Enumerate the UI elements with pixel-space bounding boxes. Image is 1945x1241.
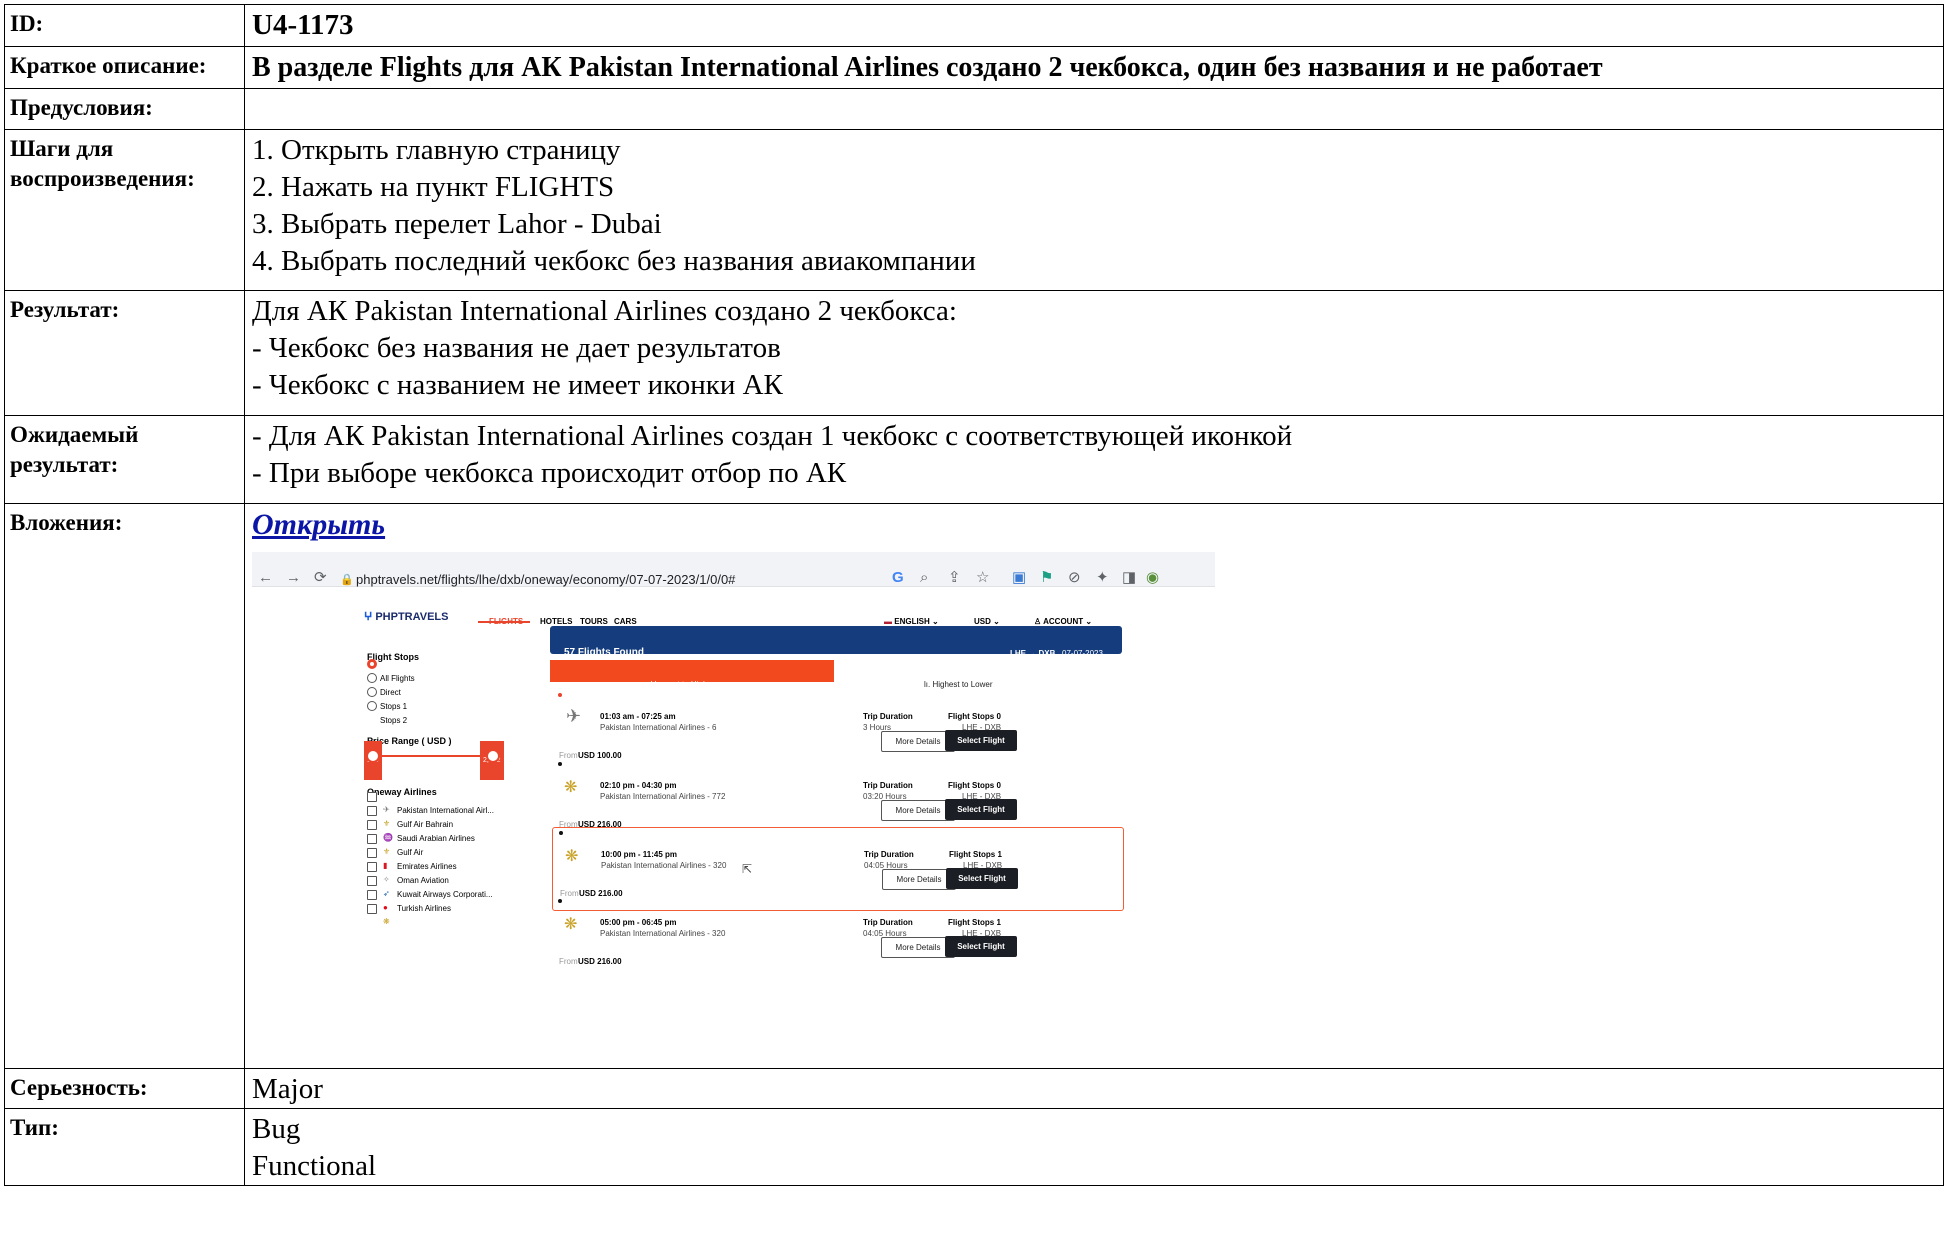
result-line-3: - Чекбокс с названием не имеет иконки АК (252, 369, 783, 401)
select-flight-button[interactable]: Select Flight (945, 799, 1017, 820)
route-date: 07-07-2023 (1062, 649, 1103, 658)
site-logo[interactable]: ⵖ PHPTRAVELS (364, 599, 448, 636)
airline-checkbox[interactable] (367, 834, 377, 844)
step-1: 1. Открыть главную страницу (252, 134, 621, 166)
mouse-cursor-icon: ⇱ (742, 862, 753, 876)
result-label: Результат: (4, 290, 245, 416)
more-details-button[interactable]: More Details (881, 937, 955, 958)
sort-highest-text: Highest to Lower (932, 680, 993, 689)
preconditions-value (244, 88, 1944, 130)
logo-mark-icon: ⵖ (364, 611, 373, 623)
expected-line-2: - При выборе чекбокса происходит отбор п… (252, 457, 847, 489)
id-value: U4-1173 (244, 4, 1944, 47)
route-from: LHE (1010, 649, 1026, 658)
result-line-2: - Чекбокс без названия не дает результат… (252, 332, 781, 364)
airline-checkbox[interactable] (367, 848, 377, 858)
airline-label: Turkish Airlines (397, 904, 451, 913)
phptravels-page: ⵖ PHPTRAVELS FLIGHTS HOTELS TOURS CARS ▬… (252, 587, 1215, 1027)
select-flight-button[interactable]: Select Flight (946, 868, 1018, 889)
language-label: ENGLISH (894, 617, 930, 626)
expected-value: - Для АК Pakistan International Airlines… (244, 415, 1944, 504)
route-to: DXB (1038, 649, 1056, 658)
price-slider-min-handle[interactable] (366, 749, 380, 763)
summary-value: В разделе Flights для АК Pakistan Intern… (244, 46, 1944, 89)
summary-label: Краткое описание: (4, 46, 245, 89)
expected-line-1: - Для АК Pakistan International Airlines… (252, 420, 1293, 452)
results-header: 57 Flights Found LHE → DXB 07-07-2023 (550, 626, 1122, 658)
step-2: 2. Нажать на пункт FLIGHTS (252, 171, 615, 203)
airline-checkbox[interactable] (367, 862, 377, 872)
plane-icon: ✈ (566, 706, 582, 726)
select-flight-button[interactable]: Select Flight (945, 730, 1017, 751)
attachment-screenshot: ← → ⟳ 🔒 phptravels.net/flights/lhe/dxb/o… (252, 552, 1215, 1027)
bars-descending-icon: lı. (924, 680, 931, 689)
pia-logo-icon: ❋ (565, 848, 579, 865)
browser-toolbar: ← → ⟳ 🔒 phptravels.net/flights/lhe/dxb/o… (252, 552, 1215, 587)
step-3: 3. Выбрать перелет Lahor - Dubai (252, 208, 662, 240)
airline-checkbox[interactable] (367, 890, 377, 900)
type-line-2: Functional (252, 1150, 377, 1182)
radio-direct[interactable] (367, 673, 377, 683)
steps-value: 1. Открыть главную страницу 2. Нажать на… (244, 129, 1944, 291)
type-line-1: Bug (252, 1113, 301, 1145)
more-details-button[interactable]: More Details (881, 731, 955, 752)
from-label: From (559, 957, 578, 966)
airline-checkbox[interactable] (367, 806, 377, 816)
airline-checkbox[interactable] (367, 820, 377, 830)
indicator-dot (558, 762, 562, 766)
more-details-button[interactable]: More Details (882, 869, 956, 890)
preconditions-label: Предусловия: (4, 88, 245, 130)
severity-value: Major (244, 1068, 1944, 1109)
logo-text: PHPTRAVELS (375, 611, 449, 623)
bug-report-table: ID: U4-1173 Краткое описание: В разделе … (4, 4, 1944, 1186)
account-label: ACCOUNT (1043, 617, 1084, 626)
result-line-1: Для АК Pakistan International Airlines с… (252, 295, 957, 327)
steps-label: Шаги для воспроизведения: (4, 129, 245, 291)
sort-lowest-button[interactable]: .ıl Lowest to Higher (550, 660, 834, 689)
type-label: Тип: (4, 1108, 245, 1186)
bars-ascending-icon: .ıl (646, 680, 653, 689)
user-icon: ♙ (1034, 617, 1042, 626)
more-details-button[interactable]: More Details (881, 800, 955, 821)
pia-logo-icon: ❋ (564, 779, 578, 796)
select-flight-button[interactable]: Select Flight (945, 936, 1017, 957)
id-label: ID: (4, 4, 245, 47)
pia-logo-icon: ❋ (383, 917, 390, 926)
sort-highest-button[interactable]: lı. Highest to Lower (834, 660, 1122, 689)
airline-checkbox[interactable] (367, 876, 377, 886)
radio-all-flights[interactable] (367, 659, 377, 669)
price-slider-track[interactable] (372, 755, 492, 757)
expected-label: Ожидаемый результат: (4, 415, 245, 504)
airline-checkbox[interactable] (367, 904, 377, 914)
radio-stops-2[interactable] (367, 701, 377, 711)
indicator-dot (558, 899, 562, 903)
open-attachment-link[interactable]: Открыть (252, 508, 385, 541)
price-slider-max-handle[interactable] (486, 749, 500, 763)
us-flag-icon: ▬ (884, 617, 892, 626)
currency-label: USD (974, 617, 991, 626)
nav-active-underline (478, 621, 530, 623)
sort-lowest-text: Lowest to Higher (654, 680, 715, 689)
radio-stops-1[interactable] (367, 687, 377, 697)
severity-label: Серьезность: (4, 1068, 245, 1109)
indicator-dot (559, 831, 563, 835)
result-value: Для АК Pakistan International Airlines с… (244, 290, 1944, 416)
step-4: 4. Выбрать последний чекбокс без названи… (252, 245, 976, 277)
flight-card[interactable]: ❋ 05:00 pm - 06:45 pm Pakistan Internation… (552, 896, 1122, 978)
type-value: Bug Functional (244, 1108, 1944, 1186)
attachments-label: Вложения: (4, 503, 245, 1069)
indicator-dot (558, 693, 562, 697)
airline-checkbox[interactable] (367, 792, 377, 802)
flight-price: USD 216.00 (578, 957, 622, 966)
pia-logo-icon: ❋ (564, 916, 578, 933)
attachments-value: Открыть ← → ⟳ 🔒 phptravels.net/flights/l… (244, 503, 1944, 1069)
